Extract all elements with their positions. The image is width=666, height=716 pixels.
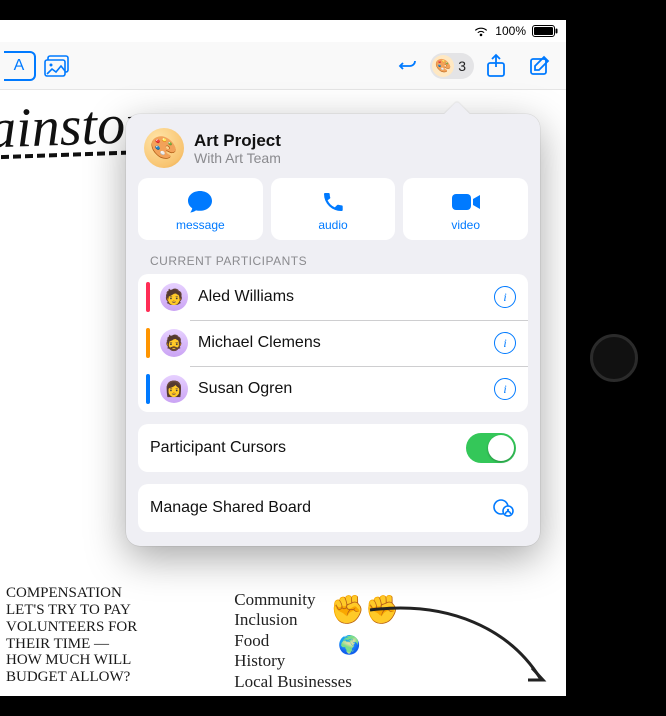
format-tab[interactable]: A (4, 51, 36, 81)
ipad-frame: 100% A (0, 0, 666, 716)
audio-button[interactable]: audio (271, 178, 396, 240)
phone-icon (321, 187, 345, 217)
participant-name: Aled Williams (198, 288, 484, 306)
participant-row[interactable]: 👩 Susan Ogren i (138, 366, 528, 412)
video-button[interactable]: video (403, 178, 528, 240)
screen: 100% A (0, 20, 566, 696)
message-icon (186, 187, 214, 217)
home-button[interactable] (590, 334, 638, 382)
toolbar: A 🎨 3 (0, 42, 566, 90)
participants-list: 🧑 Aled Williams i 🧔 Michael Clemens i 👩 … (138, 274, 528, 412)
audio-label: audio (318, 218, 347, 232)
battery-icon (532, 25, 558, 37)
manage-shared-board-row[interactable]: Manage Shared Board (138, 484, 528, 532)
collaboration-popover: 🎨 Art Project With Art Team message (126, 114, 540, 546)
palette-icon: 🎨 (432, 55, 454, 77)
video-icon (451, 187, 481, 217)
info-icon[interactable]: i (494, 378, 516, 400)
battery-percent-label: 100% (495, 24, 526, 38)
contact-actions-row: message audio video (138, 178, 528, 240)
participants-section-label: Current Participants (150, 254, 516, 268)
message-button[interactable]: message (138, 178, 263, 240)
collaboration-pill[interactable]: 🎨 3 (430, 53, 474, 79)
participant-name: Susan Ogren (198, 380, 484, 398)
participant-cursors-switch[interactable] (466, 433, 516, 463)
status-bar: 100% (0, 20, 566, 42)
collaboration-count: 3 (458, 58, 466, 74)
message-label: message (176, 218, 225, 232)
popover-header: 🎨 Art Project With Art Team (138, 126, 528, 178)
popover-subtitle: With Art Team (194, 150, 281, 166)
manage-shared-board-label: Manage Shared Board (150, 499, 490, 517)
board-avatar-palette-icon: 🎨 (144, 128, 184, 168)
wifi-icon (473, 25, 489, 37)
share-button[interactable] (474, 44, 518, 88)
hand-drawn-arrow (360, 600, 560, 690)
collaboration-icon (490, 495, 516, 521)
participant-row[interactable]: 🧔 Michael Clemens i (138, 320, 528, 366)
sticker-globe: 🌍 (338, 635, 360, 656)
undo-button[interactable] (386, 44, 430, 88)
handwriting-notes-block: Compensation Let's try to pay volunteers… (6, 585, 137, 686)
cursor-color-indicator (146, 328, 150, 358)
participant-cursors-row: Participant Cursors (138, 424, 528, 472)
compose-button[interactable] (518, 44, 562, 88)
participant-avatar: 🧔 (160, 329, 188, 357)
info-icon[interactable]: i (494, 332, 516, 354)
media-button[interactable] (36, 44, 80, 88)
participant-name: Michael Clemens (198, 334, 484, 352)
cursor-color-indicator (146, 282, 150, 312)
video-label: video (451, 218, 480, 232)
participant-avatar: 🧑 (160, 283, 188, 311)
participant-row[interactable]: 🧑 Aled Williams i (138, 274, 528, 320)
participant-cursors-label: Participant Cursors (150, 439, 466, 457)
format-tab-label: A (14, 57, 25, 75)
cursor-color-indicator (146, 374, 150, 404)
participant-avatar: 👩 (160, 375, 188, 403)
popover-title: Art Project (194, 131, 281, 151)
info-icon[interactable]: i (494, 286, 516, 308)
